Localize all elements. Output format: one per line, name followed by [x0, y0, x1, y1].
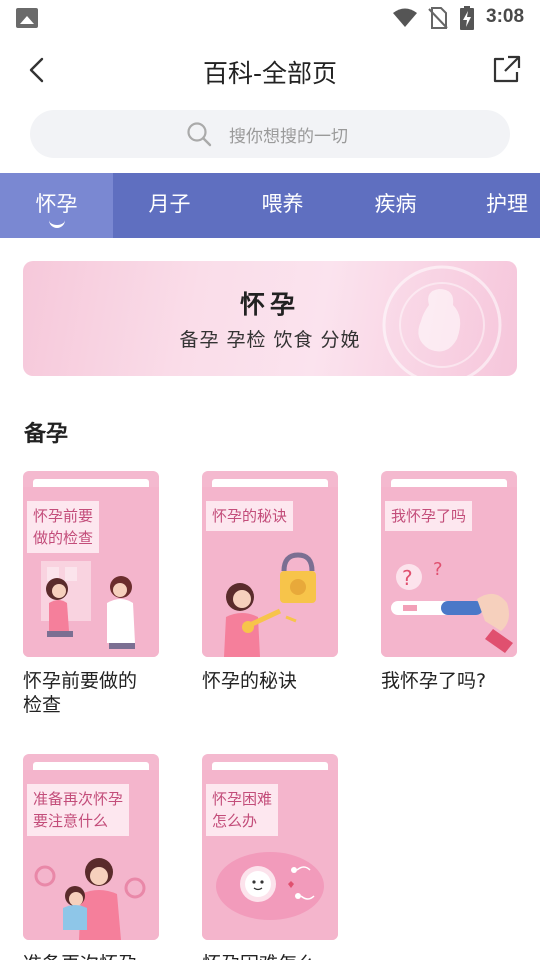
article-card[interactable]: 怀孕前要 做的检查 怀孕前要做的 检查 [23, 471, 159, 717]
section-title: 备孕 [24, 422, 69, 447]
svg-text:?: ? [402, 566, 413, 590]
article-card[interactable]: 怀孕困难 怎么办 怀孕困难怎么 [202, 754, 338, 960]
folder-thumbnail: 我怀孕了吗 ? ? [381, 471, 517, 657]
battery-charging-icon [460, 6, 474, 30]
tab-label: 护理 [486, 192, 528, 216]
tab-label: 怀孕 [35, 192, 78, 216]
tab-label: 月子 [148, 192, 191, 216]
tab-label: 疾病 [374, 192, 417, 216]
card-title: 我怀孕了吗? [381, 670, 487, 692]
search-placeholder: 搜你想搜的一切 [229, 127, 348, 147]
tab-weiyang[interactable]: 喂养 [226, 173, 339, 238]
thumbnail-label: 我怀孕了吗 [385, 501, 473, 531]
svg-text:?: ? [433, 559, 443, 580]
thumbnail-label: 怀孕的秘诀 [206, 501, 294, 531]
banner-title: 怀孕 [239, 290, 300, 319]
image-icon [16, 8, 38, 28]
search-input[interactable]: 搜你想搜的一切 [30, 110, 510, 158]
mother-baby-illustration [34, 858, 146, 940]
article-card[interactable]: 我怀孕了吗 ? ? 我怀孕了吗? [381, 471, 517, 693]
tab-label: 喂养 [261, 192, 304, 216]
egg-sperm-illustration [216, 852, 324, 920]
category-tabs: 怀孕 月子 喂养 疾病 护理 [0, 173, 540, 238]
pregnancy-test-illustration: ? ? [391, 559, 513, 653]
thumbnail-label: 怀孕前要 做的检查 [27, 501, 100, 553]
page-title: 百科-全部页 [202, 59, 338, 88]
status-time: 3:08 [486, 6, 525, 27]
thumbnail-label: 准备再次怀孕 要注意什么 [27, 784, 130, 836]
active-tab-indicator [48, 220, 65, 228]
banner-subtitle: 备孕 孕检 饮食 分娩 [179, 329, 361, 351]
card-title: 怀孕困难怎么 [202, 952, 338, 960]
share-external-icon [493, 55, 521, 83]
article-card[interactable]: 准备再次怀孕 要注意什么 准备再次怀孕 [23, 754, 159, 960]
wifi-icon [393, 8, 417, 27]
card-title: 怀孕前要做的 检查 [23, 670, 138, 716]
status-bar: 3:08 [0, 0, 540, 36]
card-title: 怀孕的秘诀 [202, 670, 298, 692]
folder-thumbnail: 怀孕前要 做的检查 [23, 471, 159, 657]
folder-thumbnail: 准备再次怀孕 要注意什么 [23, 754, 159, 940]
tab-yuezi[interactable]: 月子 [113, 173, 226, 238]
no-sim-icon [428, 7, 448, 29]
header: 百科-全部页 [0, 36, 540, 104]
tab-jibing[interactable]: 疾病 [339, 173, 452, 238]
share-button[interactable] [488, 52, 524, 88]
article-card[interactable]: 怀孕的秘诀 怀孕的秘诀 [202, 471, 338, 693]
card-title: 准备再次怀孕 [23, 952, 159, 960]
tab-huaiyun[interactable]: 怀孕 [0, 173, 113, 238]
folder-thumbnail: 怀孕困难 怎么办 [202, 754, 338, 940]
tab-huli[interactable]: 护理 [452, 173, 540, 238]
folder-thumbnail: 怀孕的秘诀 [202, 471, 338, 657]
category-banner[interactable]: 怀孕 备孕 孕检 饮食 分娩 [23, 261, 517, 376]
doctor-consultation-illustration [41, 561, 135, 649]
thumbnail-label: 怀孕困难 怎么办 [206, 784, 279, 836]
search-icon [187, 122, 212, 147]
key-lock-illustration [224, 552, 316, 657]
